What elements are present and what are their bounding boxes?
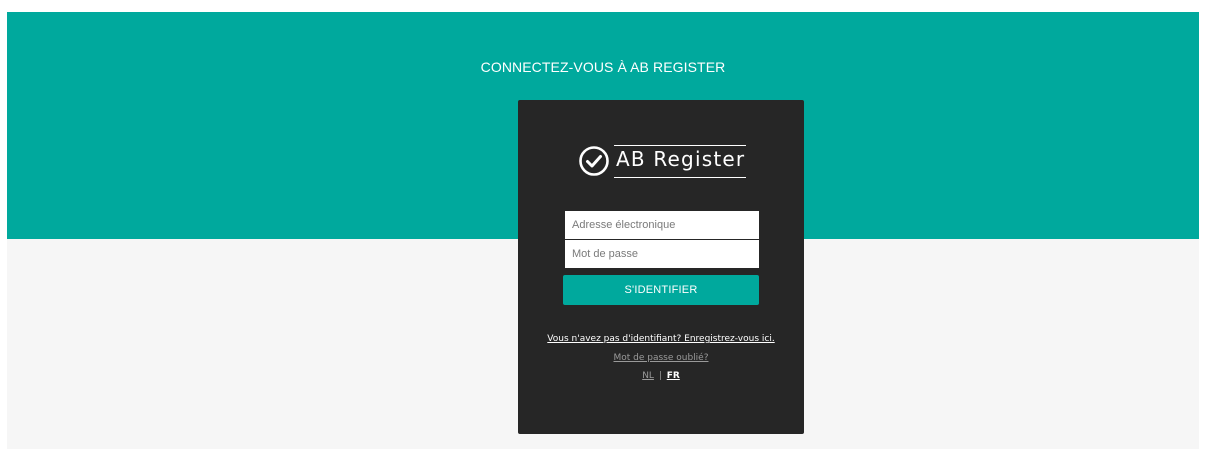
logo-top-rule (614, 145, 746, 146)
forgot-password-link[interactable]: Mot de passe oublié? (538, 350, 784, 366)
language-switcher: NL | FR (538, 369, 784, 383)
logo-text: AB Register (616, 147, 746, 171)
language-separator: | (658, 371, 662, 381)
register-link[interactable]: Vous n'avez pas d'identifiant? Enregistr… (538, 329, 784, 349)
password-input[interactable] (565, 240, 759, 268)
language-fr-link[interactable]: FR (667, 371, 680, 381)
logo: AB Register (578, 142, 748, 182)
page-frame: CONNECTEZ-VOUS À AB REGISTER AB Register… (7, 12, 1199, 449)
auth-links: Vous n'avez pas d'identifiant? Enregistr… (538, 329, 784, 383)
language-nl-link[interactable]: NL (642, 371, 654, 381)
email-input[interactable] (565, 211, 759, 239)
logo-bottom-rule (614, 177, 746, 178)
check-circle-icon (579, 146, 609, 176)
login-button[interactable]: S'IDENTIFIER (563, 275, 759, 305)
page-title: CONNECTEZ-VOUS À AB REGISTER (480, 59, 726, 75)
login-card: AB Register S'IDENTIFIER Vous n'avez pas… (518, 100, 804, 434)
